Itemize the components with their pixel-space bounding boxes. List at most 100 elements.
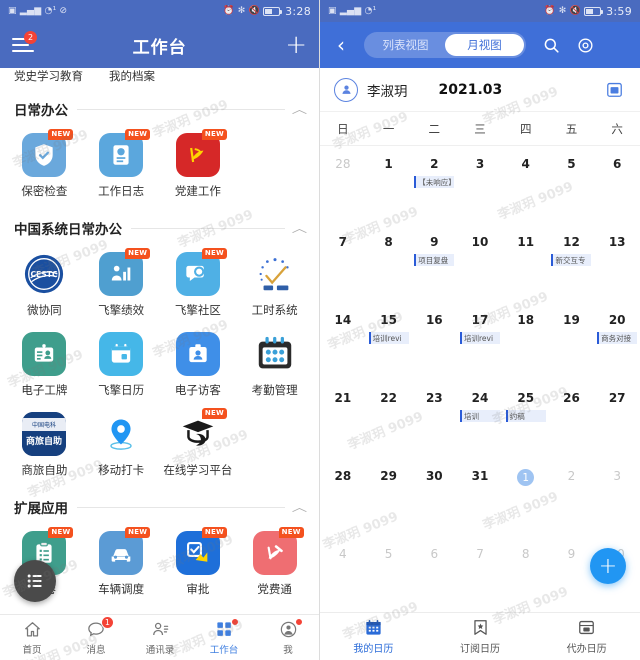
calendar-day-cell[interactable]: 28	[320, 148, 366, 226]
chevron-up-icon[interactable]: ︿	[292, 220, 307, 236]
chevron-up-icon[interactable]: ︿	[292, 101, 307, 117]
app-item-shenpi[interactable]: NEW 审批	[160, 525, 237, 605]
calendar-picker-icon[interactable]	[602, 78, 626, 102]
calendar-day-cell[interactable]: 24 培训	[457, 382, 503, 460]
calendar-day-cell[interactable]: 15 培训revi	[366, 304, 412, 382]
calendar-day-cell[interactable]: 2 【未响应】	[411, 148, 457, 226]
calendar-event-chip[interactable]: 约稿	[505, 410, 546, 422]
add-button[interactable]: +	[285, 32, 307, 58]
app-item-dianzigongpai[interactable]: 电子工牌	[6, 326, 83, 406]
calendar-day-cell[interactable]: 8	[503, 538, 549, 616]
app-item-feiqingjixiao[interactable]: NEW 飞擎绩效	[83, 246, 160, 326]
app-icon-wrap	[99, 332, 144, 376]
gear-icon[interactable]	[572, 32, 598, 58]
calendar-day-cell[interactable]: 23	[411, 382, 457, 460]
chevron-up-icon[interactable]: ︿	[292, 499, 307, 515]
segment-list-view[interactable]: 列表视图	[366, 34, 445, 56]
avatar[interactable]	[334, 77, 358, 102]
calendar-day-cell[interactable]: 26	[549, 382, 595, 460]
calendar-event-chip[interactable]: 培训	[460, 410, 501, 422]
section-header-daily-office[interactable]: 日常办公 ︿	[0, 90, 319, 123]
tab-contacts[interactable]: 通讯录	[128, 615, 192, 660]
calendar-day-cell[interactable]: 31	[457, 460, 503, 538]
quick-link-0[interactable]: 党史学习教育	[14, 68, 83, 84]
app-item-weixietong[interactable]: CESTC 微协同	[6, 246, 83, 326]
app-item-cheliangdiaodu[interactable]: NEW 车辆调度	[83, 525, 160, 605]
calendar-event-chip[interactable]: 商务对接	[597, 332, 638, 344]
calendar-day-cell[interactable]: 19	[549, 304, 595, 382]
app-item-gongshixitong[interactable]: 工时系统	[236, 246, 313, 326]
calendar-day-cell[interactable]: 9 项目复盘	[411, 226, 457, 304]
calendar-day-cell[interactable]: 22	[366, 382, 412, 460]
calendar-day-cell[interactable]: 7	[320, 226, 366, 304]
tab-my-calendar[interactable]: 我的日历	[320, 613, 427, 660]
tab-messages[interactable]: 1 消息	[64, 615, 128, 660]
calendar-event-chip[interactable]: 新交互专	[551, 254, 592, 266]
calendar-day-cell[interactable]: 6	[411, 538, 457, 616]
calendar-event-title: 新交互专	[555, 255, 586, 265]
tab-todo-calendar[interactable]: 代办日历	[533, 613, 640, 660]
calendar-day-cell[interactable]: 2	[549, 460, 595, 538]
calendar-day-cell[interactable]: 10	[457, 226, 503, 304]
app-item-feiqingrili[interactable]: 飞擎日历	[83, 326, 160, 406]
calendar-day-cell[interactable]: 29	[366, 460, 412, 538]
calendar-day-cell[interactable]: 20 商务对接	[594, 304, 640, 382]
app-item-gongzuorizhi[interactable]: NEW 工作日志	[83, 127, 160, 207]
calendar-day-cell[interactable]: 9	[549, 538, 595, 616]
status-icons-left: ▣ ▂▄▆ ◔¹ ⊘	[8, 6, 67, 16]
calendar-day-cell[interactable]: 1	[366, 148, 412, 226]
app-item-yidongdaka[interactable]: 移动打卡	[83, 406, 160, 486]
calendar-event-chip[interactable]: 培训revi	[460, 332, 501, 344]
calendar-day-cell[interactable]: 25 约稿	[503, 382, 549, 460]
calendar-week-row: 14 15 培训revi 16 17 培训revi 18 19 20 商务对接	[320, 304, 640, 382]
calendar-day-cell[interactable]: 28	[320, 460, 366, 538]
calendar-day-cell[interactable]: 13	[594, 226, 640, 304]
app-item-baomijiancha[interactable]: NEW 保密检查	[6, 127, 83, 207]
calendar-day-cell[interactable]: 5	[366, 538, 412, 616]
quick-link-1[interactable]: 我的档案	[109, 68, 155, 84]
calendar-event-chip[interactable]: 【未响应】	[414, 176, 455, 188]
calendar-day-cell[interactable]: 3	[457, 148, 503, 226]
calendar-event-title: 项目复盘	[418, 255, 449, 265]
calendar-event-chip[interactable]: 项目复盘	[414, 254, 455, 266]
calendar-day-cell[interactable]: 1	[503, 460, 549, 538]
app-item-feiqingshequ[interactable]: NEW 飞擎社区	[160, 246, 237, 326]
app-item-dangjiangongzuo[interactable]: NEW 党建工作	[160, 127, 237, 207]
calendar-day-cell[interactable]: 3	[594, 460, 640, 538]
calendar-day-cell[interactable]: 4	[503, 148, 549, 226]
calendar-day-cell[interactable]: 12 新交互专	[549, 226, 595, 304]
section-header-cestc-office[interactable]: 中国系统日常办公 ︿	[0, 209, 319, 242]
section-title: 日常办公	[14, 103, 68, 119]
app-item-shanglvzizhu[interactable]: 中国电科 商旅自助 商旅自助	[6, 406, 83, 486]
back-icon[interactable]: ‹	[330, 35, 352, 55]
add-event-fab[interactable]: +	[590, 548, 626, 584]
tab-subscribed-calendar[interactable]: 订阅日历	[427, 613, 534, 660]
calendar-day-cell[interactable]: 4	[320, 538, 366, 616]
tab-home[interactable]: 首页	[0, 615, 64, 660]
calendar-day-cell[interactable]: 27	[594, 382, 640, 460]
day-number: 15	[380, 313, 397, 327]
app-item-kaoqinguanli[interactable]: 考勤管理	[236, 326, 313, 406]
list-menu-fab[interactable]	[14, 560, 56, 602]
calendar-day-cell[interactable]: 8	[366, 226, 412, 304]
calendar-day-cell[interactable]: 18	[503, 304, 549, 382]
app-item-dianzifangke[interactable]: 电子访客	[160, 326, 237, 406]
calendar-day-cell[interactable]: 5	[549, 148, 595, 226]
calendar-day-cell[interactable]: 7	[457, 538, 503, 616]
calendar-day-cell[interactable]: 11	[503, 226, 549, 304]
tab-workbench[interactable]: 工作台	[192, 615, 256, 660]
calendar-day-cell[interactable]: 6	[594, 148, 640, 226]
app-item-zaixianxuexipingtai[interactable]: NEW 在线学习平台	[160, 406, 237, 486]
search-icon[interactable]	[538, 32, 564, 58]
section-header-extended-apps[interactable]: 扩展应用 ︿	[0, 488, 319, 521]
menu-icon[interactable]: 2	[12, 31, 37, 53]
calendar-day-cell[interactable]: 17 培训revi	[457, 304, 503, 382]
calendar-day-cell[interactable]: 30	[411, 460, 457, 538]
segment-month-view[interactable]: 月视图	[445, 34, 524, 56]
calendar-day-cell[interactable]: 14	[320, 304, 366, 382]
app-item-dangfeitong[interactable]: NEW 党费通	[236, 525, 313, 605]
calendar-day-cell[interactable]: 21	[320, 382, 366, 460]
calendar-day-cell[interactable]: 16	[411, 304, 457, 382]
tab-me[interactable]: 我	[256, 615, 319, 660]
calendar-event-chip[interactable]: 培训revi	[368, 332, 409, 344]
